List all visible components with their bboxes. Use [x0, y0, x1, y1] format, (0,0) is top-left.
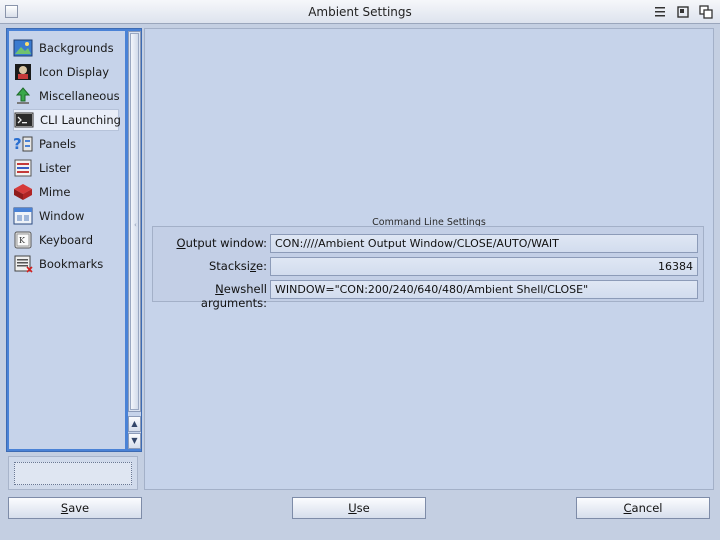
bookmarks-icon [14, 255, 33, 273]
depth-icon[interactable] [698, 4, 714, 20]
grip-icon: ‹ [134, 221, 137, 229]
sidebar-bottom-box [8, 456, 138, 490]
sidebar: Backgrounds Icon Display Miscellaneous C… [6, 28, 142, 452]
sidebar-item-label: CLI Launching [40, 113, 121, 127]
use-button[interactable]: Use [292, 497, 426, 519]
sidebar-item-label: Mime [39, 185, 71, 199]
sidebar-item-cli-launching[interactable]: CLI Launching [13, 109, 121, 131]
sidebar-item-backgrounds[interactable]: Backgrounds [13, 37, 119, 59]
miscellaneous-icon [15, 87, 31, 104]
sidebar-item-label: Miscellaneous [39, 89, 120, 103]
svg-text:K: K [19, 236, 26, 245]
scroll-down-button[interactable]: ▼ [128, 433, 141, 449]
sidebar-item-panels[interactable]: ? Panels [13, 133, 119, 155]
sidebar-scrollbar[interactable]: ‹ ▲ ▼ [128, 31, 141, 449]
cli-launching-icon [14, 112, 34, 128]
scroll-up-button[interactable]: ▲ [128, 416, 141, 432]
stacksize-field[interactable]: 16384 [270, 257, 698, 276]
sidebar-item-label: Icon Display [39, 65, 110, 79]
panels-icon: ? [13, 135, 33, 153]
sidebar-bottom-field[interactable] [14, 462, 132, 485]
menu-icon[interactable] [652, 4, 668, 20]
stacksize-label: Stacksize: [208, 259, 267, 273]
sidebar-item-label: Panels [39, 137, 77, 151]
iconify-icon[interactable] [675, 4, 691, 20]
backgrounds-icon [13, 39, 33, 57]
scroll-thumb[interactable]: ‹ [130, 33, 139, 410]
category-list: Backgrounds Icon Display Miscellaneous C… [9, 31, 125, 449]
sidebar-item-lister[interactable]: Lister [13, 157, 119, 179]
sidebar-item-keyboard[interactable]: K Keyboard [13, 229, 119, 251]
output-window-field[interactable]: CON:////Ambient Output Window/CLOSE/AUTO… [270, 234, 698, 253]
sidebar-item-window[interactable]: Window [13, 205, 119, 227]
cancel-button[interactable]: Cancel [576, 497, 710, 519]
sidebar-item-label: Keyboard [39, 233, 94, 247]
lister-icon [14, 159, 32, 177]
icon-display-icon [15, 64, 31, 80]
sidebar-item-label: Lister [39, 161, 71, 175]
sidebar-item-mime[interactable]: Mime [13, 181, 119, 203]
window-icon [13, 207, 33, 225]
mime-icon [14, 184, 32, 200]
title-bar: Ambient Settings [0, 0, 720, 24]
chevron-up-icon: ▲ [131, 419, 138, 428]
svg-text:?: ? [13, 135, 22, 153]
newshell-arguments-label: Newshell arguments: [200, 282, 267, 310]
keyboard-icon: K [14, 231, 32, 249]
save-button[interactable]: Save [8, 497, 142, 519]
sidebar-item-label: Bookmarks [39, 257, 104, 271]
newshell-arguments-field[interactable]: WINDOW="CON:200/240/640/480/Ambient Shel… [270, 280, 698, 299]
scroll-track[interactable]: ‹ [128, 31, 141, 412]
sidebar-item-label: Backgrounds [39, 41, 114, 55]
sidebar-item-label: Window [39, 209, 85, 223]
window-title: Ambient Settings [308, 5, 412, 19]
sidebar-item-bookmarks[interactable]: Bookmarks [13, 253, 119, 275]
chevron-down-icon: ▼ [131, 436, 138, 445]
sidebar-item-miscellaneous[interactable]: Miscellaneous [13, 85, 120, 107]
output-window-label: Output window: [176, 236, 268, 250]
sidebar-item-icon-display[interactable]: Icon Display [13, 61, 119, 83]
